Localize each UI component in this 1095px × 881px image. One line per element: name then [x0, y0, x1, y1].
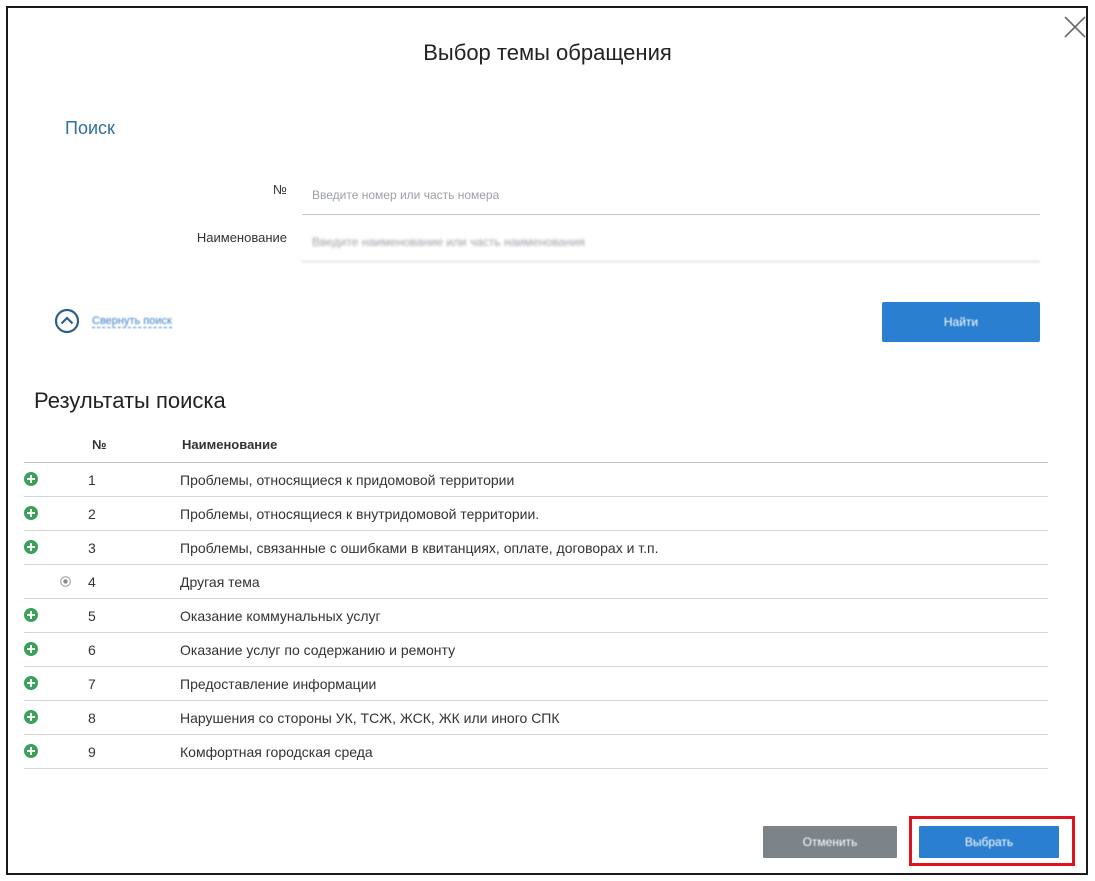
results-heading: Результаты поиска — [34, 388, 226, 413]
expand-plus-icon[interactable] — [24, 506, 38, 520]
row-number: 5 — [88, 607, 96, 624]
find-button-label: Найти — [943, 315, 979, 329]
radio-selected-icon[interactable] — [60, 576, 71, 587]
row-number: 1 — [88, 471, 96, 488]
table-row[interactable]: 6 Оказание услуг по содержанию и ремонту — [24, 633, 1048, 667]
find-button[interactable]: Найти — [882, 302, 1040, 342]
row-name: Комфортная городская среда — [180, 743, 373, 760]
dialog-title: Выбор темы обращения — [423, 40, 672, 65]
number-field-label: № — [273, 182, 287, 197]
close-icon[interactable] — [1064, 16, 1086, 38]
expand-plus-icon[interactable] — [24, 710, 38, 724]
row-name: Оказание коммунальных услуг — [180, 607, 381, 624]
expand-plus-icon[interactable] — [24, 608, 38, 622]
table-row[interactable]: 8 Нарушения со стороны УК, ТСЖ, ЖСК, ЖК … — [24, 701, 1048, 735]
row-number: 7 — [88, 675, 96, 692]
expand-plus-icon[interactable] — [24, 540, 38, 554]
row-name: Проблемы, относящиеся к придомовой терри… — [180, 471, 515, 488]
select-button-label: Выбрать — [964, 835, 1014, 849]
expand-plus-icon[interactable] — [24, 642, 38, 656]
cancel-button[interactable]: Отменить — [763, 826, 897, 858]
name-field-label: Наименование — [196, 230, 287, 245]
collapse-search-link[interactable]: Свернуть поиск — [54, 308, 172, 334]
column-header-name: Наименование — [182, 436, 278, 452]
collapse-search-label: Свернуть поиск — [92, 314, 172, 328]
expand-plus-icon[interactable] — [24, 676, 38, 690]
select-button[interactable]: Выбрать — [919, 826, 1059, 858]
search-heading: Поиск — [65, 118, 115, 138]
expand-plus-icon[interactable] — [24, 744, 38, 758]
name-search-input[interactable] — [302, 222, 1040, 262]
table-row[interactable]: 1 Проблемы, относящиеся к придомовой тер… — [24, 463, 1048, 497]
cancel-button-label: Отменить — [802, 835, 858, 849]
table-row[interactable]: 9 Комфортная городская среда — [24, 735, 1048, 769]
row-name: Проблемы, относящиеся к внутридомовой те… — [180, 505, 540, 522]
row-number: 3 — [88, 539, 96, 556]
row-number: 6 — [88, 641, 96, 658]
table-row[interactable]: 5 Оказание коммунальных услуг — [24, 599, 1048, 633]
row-name: Другая тема — [180, 573, 260, 590]
table-row[interactable]: 7 Предоставление информации — [24, 667, 1048, 701]
column-header-num: № — [92, 436, 107, 452]
row-number: 2 — [88, 505, 96, 522]
table-header: № Наименование — [24, 426, 1048, 463]
expand-plus-icon[interactable] — [24, 472, 38, 486]
row-name: Оказание услуг по содержанию и ремонту — [180, 641, 456, 658]
results-table: № Наименование 1 Проблемы, относящиеся к… — [24, 426, 1048, 769]
number-search-input[interactable] — [302, 175, 1040, 215]
row-number: 4 — [88, 573, 96, 590]
row-name: Проблемы, связанные с ошибками в квитанц… — [180, 539, 659, 556]
table-row[interactable]: 4 Другая тема — [24, 565, 1048, 599]
table-row[interactable]: 2 Проблемы, относящиеся к внутридомовой … — [24, 497, 1048, 531]
row-name: Нарушения со стороны УК, ТСЖ, ЖСК, ЖК ил… — [180, 709, 560, 726]
row-number: 8 — [88, 709, 96, 726]
chevron-up-circle-icon — [54, 308, 80, 334]
row-name: Предоставление информации — [180, 675, 377, 692]
table-row[interactable]: 3 Проблемы, связанные с ошибками в квита… — [24, 531, 1048, 565]
row-number: 9 — [88, 743, 96, 760]
